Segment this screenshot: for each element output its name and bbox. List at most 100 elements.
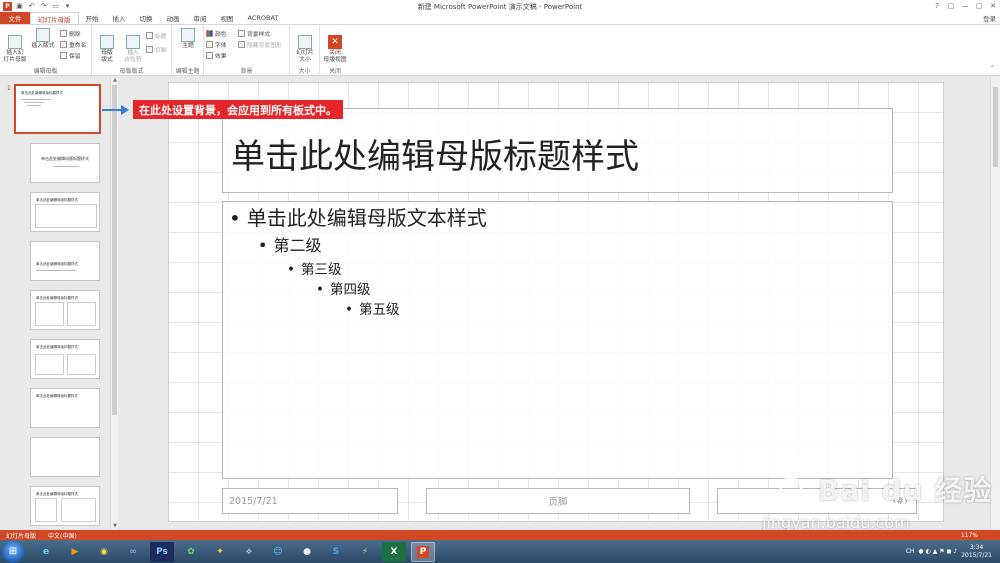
- tab-transitions[interactable]: 切换: [133, 12, 160, 24]
- thumbnail-scrollbar[interactable]: ▲ ▼: [110, 77, 118, 530]
- scrollbar-thumb[interactable]: [112, 85, 117, 415]
- minimize-icon[interactable]: —: [958, 0, 972, 12]
- thumbnail-title: 单击此处编辑母版标题样式: [36, 198, 78, 202]
- visual-studio-icon[interactable]: ∞: [121, 542, 145, 562]
- thumbnail-master[interactable]: 单击此处编辑母版标题样式: [14, 84, 101, 134]
- preserve-button[interactable]: 保留: [60, 51, 81, 60]
- thumbnail-layout[interactable]: 单击此处编辑母版标题样式: [30, 143, 100, 183]
- thumbnail-layout[interactable]: 单击此处编辑母版标题样式: [30, 388, 100, 428]
- thumbnail-box: [61, 498, 96, 522]
- group-edit-theme: 主题 编辑主题: [172, 25, 204, 76]
- colors-dropdown[interactable]: 颜色: [206, 29, 227, 38]
- callout-annotation: 在此处设置背景，会应用到所有板式中。: [133, 100, 343, 119]
- ie-icon[interactable]: e: [34, 542, 58, 562]
- media-player-icon[interactable]: ▶: [63, 542, 87, 562]
- rename-button[interactable]: 重命名: [60, 40, 86, 49]
- thumbnail-layout[interactable]: 单击此处编辑母版标题样式: [30, 339, 100, 379]
- quick-access-toolbar: P ▣ ↶ ↷ ▭ ▾: [0, 1, 120, 11]
- tab-file[interactable]: 文件: [0, 12, 30, 24]
- title-checkbox[interactable]: 标题: [146, 31, 167, 40]
- thumbnail-layout[interactable]: 单击此处编辑母版标题样式: [30, 241, 100, 281]
- ribbon-display-icon[interactable]: ▢: [944, 0, 958, 12]
- text-level-5: 第五级: [345, 298, 400, 318]
- zoom-level[interactable]: 117%: [955, 532, 984, 539]
- tab-animations[interactable]: 动画: [160, 12, 187, 24]
- thumbnail-line: [21, 99, 51, 100]
- slide-size-button[interactable]: 幻灯片 大小: [292, 28, 318, 64]
- start-from-beginning-icon[interactable]: ▭: [51, 2, 60, 11]
- hide-background-checkbox[interactable]: 隐藏背景图形: [238, 40, 282, 49]
- input-method-indicator[interactable]: CH: [906, 548, 915, 555]
- sign-in-link[interactable]: 登录: [983, 13, 996, 23]
- photoshop-icon[interactable]: Ps: [150, 541, 174, 562]
- thumbnail-box: [35, 498, 57, 522]
- background-styles-dropdown[interactable]: 背景样式: [238, 29, 270, 38]
- customize-qat-icon[interactable]: ▾: [63, 2, 72, 11]
- footer-checkbox[interactable]: 页脚: [146, 45, 167, 54]
- thumbnail-layout[interactable]: 单击此处编辑母版标题样式: [30, 192, 100, 232]
- themes-button[interactable]: 主题: [175, 28, 201, 50]
- thumbnail-title: 单击此处编辑母版标题样式: [36, 345, 78, 349]
- help-icon[interactable]: ?: [930, 0, 944, 12]
- thumbnail-title: 单击此处编辑母版标题样式: [21, 91, 63, 95]
- effects-dropdown[interactable]: 效果: [206, 51, 227, 60]
- fonts-dropdown[interactable]: 字体: [206, 40, 227, 49]
- editor-scrollbar[interactable]: [990, 77, 1000, 530]
- sogou-icon[interactable]: S: [324, 542, 348, 562]
- tab-slide-master[interactable]: 幻灯片母版: [30, 12, 79, 24]
- bird-app-icon[interactable]: ✦: [208, 542, 232, 562]
- maximize-icon[interactable]: ▢: [972, 0, 986, 12]
- chat-app-icon[interactable]: ☺: [266, 542, 290, 562]
- tab-home[interactable]: 开始: [79, 12, 106, 24]
- insert-placeholder-button[interactable]: 插入 占位符: [120, 28, 146, 64]
- thumbnail-title: 单击此处编辑母版标题样式: [36, 262, 78, 266]
- tab-review[interactable]: 审阅: [187, 12, 214, 24]
- date-placeholder[interactable]: 2015/7/21: [222, 488, 398, 514]
- group-label: 母版版式: [119, 68, 144, 75]
- tray-icons[interactable]: ● ◐ ▲ ⚑ ◼ ♪: [918, 548, 957, 555]
- network-app-icon[interactable]: ⟡: [237, 542, 261, 562]
- collapse-ribbon-icon[interactable]: ˄: [991, 65, 995, 73]
- tab-view[interactable]: 视图: [214, 12, 241, 24]
- panda-app-icon[interactable]: ●: [295, 542, 319, 562]
- delete-button[interactable]: 删除: [60, 29, 81, 38]
- language-indicator[interactable]: 中文(中国): [42, 531, 83, 540]
- close-icon: ✕: [328, 35, 342, 49]
- chrome-icon[interactable]: ◉: [92, 542, 116, 562]
- app-icon[interactable]: ✿: [179, 542, 203, 562]
- powerpoint-logo-icon[interactable]: P: [3, 1, 12, 11]
- insert-slide-master-button[interactable]: 插入幻 灯片母版: [2, 28, 28, 64]
- window-title: 新建 Microsoft PowerPoint 演示文稿 - PowerPoin…: [417, 3, 583, 11]
- powerpoint-taskbar-icon[interactable]: P: [411, 541, 435, 562]
- thumbnail-line: [27, 105, 41, 106]
- slide-number-placeholder[interactable]: ‹#›: [717, 488, 917, 514]
- insert-layout-button[interactable]: 插入版式: [30, 28, 56, 50]
- save-icon[interactable]: ▣: [15, 2, 24, 11]
- excel-icon[interactable]: X: [382, 541, 406, 562]
- slide-thumbnail-pane: 1 单击此处编辑母版标题样式 单击此处编辑母版标题样式 单击此处编辑母版标题样式…: [0, 77, 118, 530]
- body-placeholder[interactable]: 单击此处编辑母版文本样式 第二级 第三级 第四级 第五级: [222, 201, 893, 479]
- redo-icon[interactable]: ↷: [39, 2, 48, 11]
- thumbnail-layout[interactable]: 单击此处编辑母版标题样式: [30, 290, 100, 330]
- group-label: 编辑主题: [175, 68, 200, 75]
- tab-acrobat[interactable]: ACROBAT: [241, 12, 286, 24]
- footer-placeholder[interactable]: 页脚: [426, 488, 690, 514]
- thumbnail-layout[interactable]: [30, 437, 100, 477]
- thumbnail-layout[interactable]: 单击此处编辑母版标题样式: [30, 486, 100, 526]
- tab-insert[interactable]: 插入: [106, 12, 133, 24]
- start-button-icon[interactable]: ⊞: [2, 540, 24, 563]
- text-level-1: 单击此处编辑母版文本样式: [229, 202, 487, 231]
- clock[interactable]: 3:34 2015/7/21: [961, 544, 992, 560]
- close-window-icon[interactable]: ✕: [986, 0, 1000, 12]
- windows-taskbar: ⊞ e ▶ ◉ ∞ Ps ✿ ✦ ⟡ ☺ ● S ⚡ X P CH ● ◐ ▲ …: [0, 540, 1000, 563]
- group-label: 关闭: [328, 68, 341, 75]
- slide-master-canvas[interactable]: 单击此处编辑母版标题样式 单击此处编辑母版文本样式 第二级 第三级 第四级 第五…: [168, 82, 944, 522]
- clock-date: 2015/7/21: [961, 551, 992, 559]
- undo-icon[interactable]: ↶: [27, 2, 36, 11]
- thumbnail-box: [67, 354, 96, 375]
- master-layout-button[interactable]: 母版 版式: [94, 28, 120, 64]
- scrollbar-thumb[interactable]: [993, 87, 998, 167]
- thunder-icon[interactable]: ⚡: [353, 542, 377, 562]
- title-placeholder[interactable]: 单击此处编辑母版标题样式: [222, 108, 893, 193]
- close-master-view-button[interactable]: ✕ 关闭 母版视图: [322, 28, 348, 64]
